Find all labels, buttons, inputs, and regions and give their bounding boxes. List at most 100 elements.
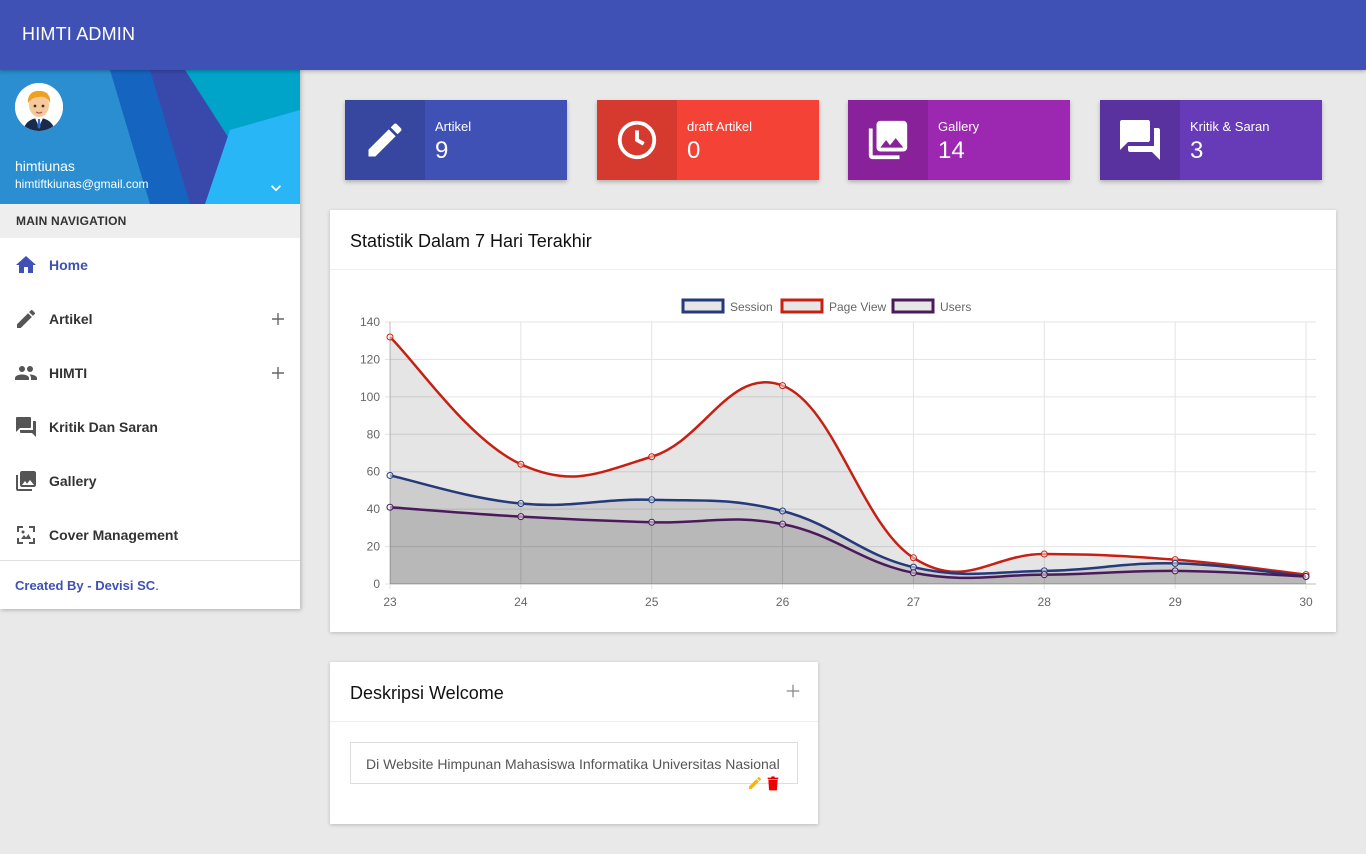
expand-plus-icon[interactable]: [268, 309, 288, 329]
chart-legend-swatch: [681, 298, 725, 314]
info-box-value: 3: [1190, 137, 1204, 164]
footer-credit-link[interactable]: Created By - Devisi SC: [15, 578, 155, 593]
chart-y-tick-label: 80: [367, 427, 381, 441]
delete-trash-icon[interactable]: [766, 775, 780, 791]
home-icon: [16, 256, 36, 273]
info-box-value: 0: [687, 137, 701, 164]
info-icon-container: [1100, 100, 1180, 180]
forum-icon: [16, 417, 36, 437]
sidebar-item-himti[interactable]: HIMTI: [0, 346, 300, 400]
user-info-panel: himtiunas himtiftkiunas@gmail.com: [0, 70, 300, 204]
chart-point: [779, 520, 787, 528]
chart-point: [517, 513, 525, 521]
info-box-title: Kritik & Saran: [1190, 119, 1270, 134]
chart-point: [909, 569, 917, 577]
chart-y-tick-label: 60: [367, 465, 381, 479]
chart-point: [386, 333, 394, 341]
chart-y-tick-label: 0: [373, 577, 380, 591]
chart-y-tick-label: 40: [367, 502, 381, 516]
pencil-icon: [17, 309, 36, 328]
sidebar-item-home[interactable]: Home: [0, 238, 300, 292]
chart-point: [648, 518, 656, 526]
chart-legend-label: Page View: [829, 300, 886, 314]
edit-pencil-icon[interactable]: [747, 775, 763, 791]
statistics-card: Statistik Dalam 7 Hari Terakhir 0 20 40 60 8…: [330, 210, 1336, 632]
chart-y-tick-label: 100: [360, 390, 380, 404]
chart-point: [1171, 567, 1179, 575]
welcome-card-header: Deskripsi Welcome: [330, 662, 818, 722]
welcome-description-text: Di Website Himpunan Mahasiswa Informatik…: [350, 742, 798, 784]
chart-point: [386, 503, 394, 511]
info-box-artikel[interactable]: Artikel 9: [345, 100, 567, 180]
chart-x-tick-label: 23: [383, 595, 397, 609]
chart-y-tick-label: 140: [360, 315, 380, 329]
chart-x-tick-label: 25: [645, 595, 659, 609]
info-icon-container: [345, 100, 425, 180]
chevron-down-icon[interactable]: [266, 178, 286, 198]
sidebar-item-gallery[interactable]: Gallery: [0, 454, 300, 508]
chart-point: [1302, 573, 1310, 581]
chart-x-tick-label: 26: [776, 595, 790, 609]
info-box-title: Gallery: [938, 119, 980, 134]
welcome-card-title: Deskripsi Welcome: [350, 683, 504, 703]
chart-legend-swatch: [891, 298, 935, 314]
nav-header: MAIN NAVIGATION: [0, 204, 300, 238]
expand-plus-icon[interactable]: [268, 363, 288, 383]
sidebar: himtiunas himtiftkiunas@gmail.com MAIN N…: [0, 70, 300, 609]
chart-point: [909, 554, 917, 562]
chart-point: [779, 507, 787, 515]
image-icon: [17, 526, 35, 544]
sidebar-item-label: Cover Management: [49, 527, 179, 543]
gallery-icon: [16, 471, 36, 491]
info-box-kritik-saran[interactable]: Kritik & Saran 3: [1100, 100, 1322, 180]
app-title[interactable]: HIMTI ADMIN: [22, 24, 135, 45]
chart-point: [517, 460, 525, 468]
add-plus-icon[interactable]: [784, 682, 802, 700]
sidebar-footer: Created By - Devisi SC.: [0, 560, 300, 610]
sidebar-item-kritik-dan-saran[interactable]: Kritik Dan Saran: [0, 400, 300, 454]
sidebar-item-cover-management[interactable]: Cover Management: [0, 508, 300, 562]
user-name: himtiunas: [15, 158, 75, 174]
chart-point: [909, 563, 917, 571]
sidebar-item-label: Home: [49, 257, 88, 273]
chart-legend-label: Users: [940, 300, 971, 314]
info-box-title: Artikel: [435, 119, 472, 134]
pencil-icon: [368, 123, 402, 157]
sidebar-item-label: HIMTI: [49, 365, 88, 381]
chart-x-tick-label: 27: [907, 595, 921, 609]
info-box-gallery[interactable]: Gallery 14: [848, 100, 1070, 180]
forum-icon: [1120, 120, 1160, 160]
chart-point: [1171, 559, 1179, 567]
chart-y-tick-label: 120: [360, 352, 380, 366]
chart-point: [648, 453, 656, 461]
info-box-draft-artikel[interactable]: draft Artikel 0: [597, 100, 819, 180]
chart-legend-swatch: [780, 298, 824, 314]
chart-point: [1040, 571, 1048, 579]
gallery-icon: [868, 120, 908, 160]
chart-point: [1040, 550, 1048, 558]
info-box-value: 14: [938, 137, 965, 164]
chart-y-tick-label: 20: [367, 540, 381, 554]
footer-suffix: .: [155, 578, 159, 593]
info-box-value: 9: [435, 137, 449, 164]
top-bar: HIMTI ADMIN: [0, 0, 1366, 70]
sidebar-item-label: Gallery: [49, 473, 97, 489]
chart-x-tick-label: 30: [1299, 595, 1313, 609]
sidebar-item-label: Artikel: [49, 311, 93, 327]
chart-x-tick-label: 29: [1168, 595, 1182, 609]
welcome-description-card: Deskripsi Welcome Di Website Himpunan Ma…: [330, 662, 818, 824]
sidebar-item-artikel[interactable]: Artikel: [0, 292, 300, 346]
footer-link-text: Devisi SC: [95, 578, 156, 593]
clock-icon: [617, 120, 657, 160]
footer-prefix: Created By -: [15, 578, 96, 593]
user-avatar: [15, 83, 63, 131]
user-email: himtiftkiunas@gmail.com: [15, 177, 149, 191]
chart-point: [517, 500, 525, 508]
chart-point: [779, 382, 787, 390]
chart-legend-label: Session: [730, 300, 773, 314]
statistics-card-title: Statistik Dalam 7 Hari Terakhir: [330, 210, 1336, 270]
chart-point: [386, 471, 394, 479]
info-icon-container: [848, 100, 928, 180]
info-box-title: draft Artikel: [687, 119, 753, 134]
people-icon: [15, 366, 37, 380]
